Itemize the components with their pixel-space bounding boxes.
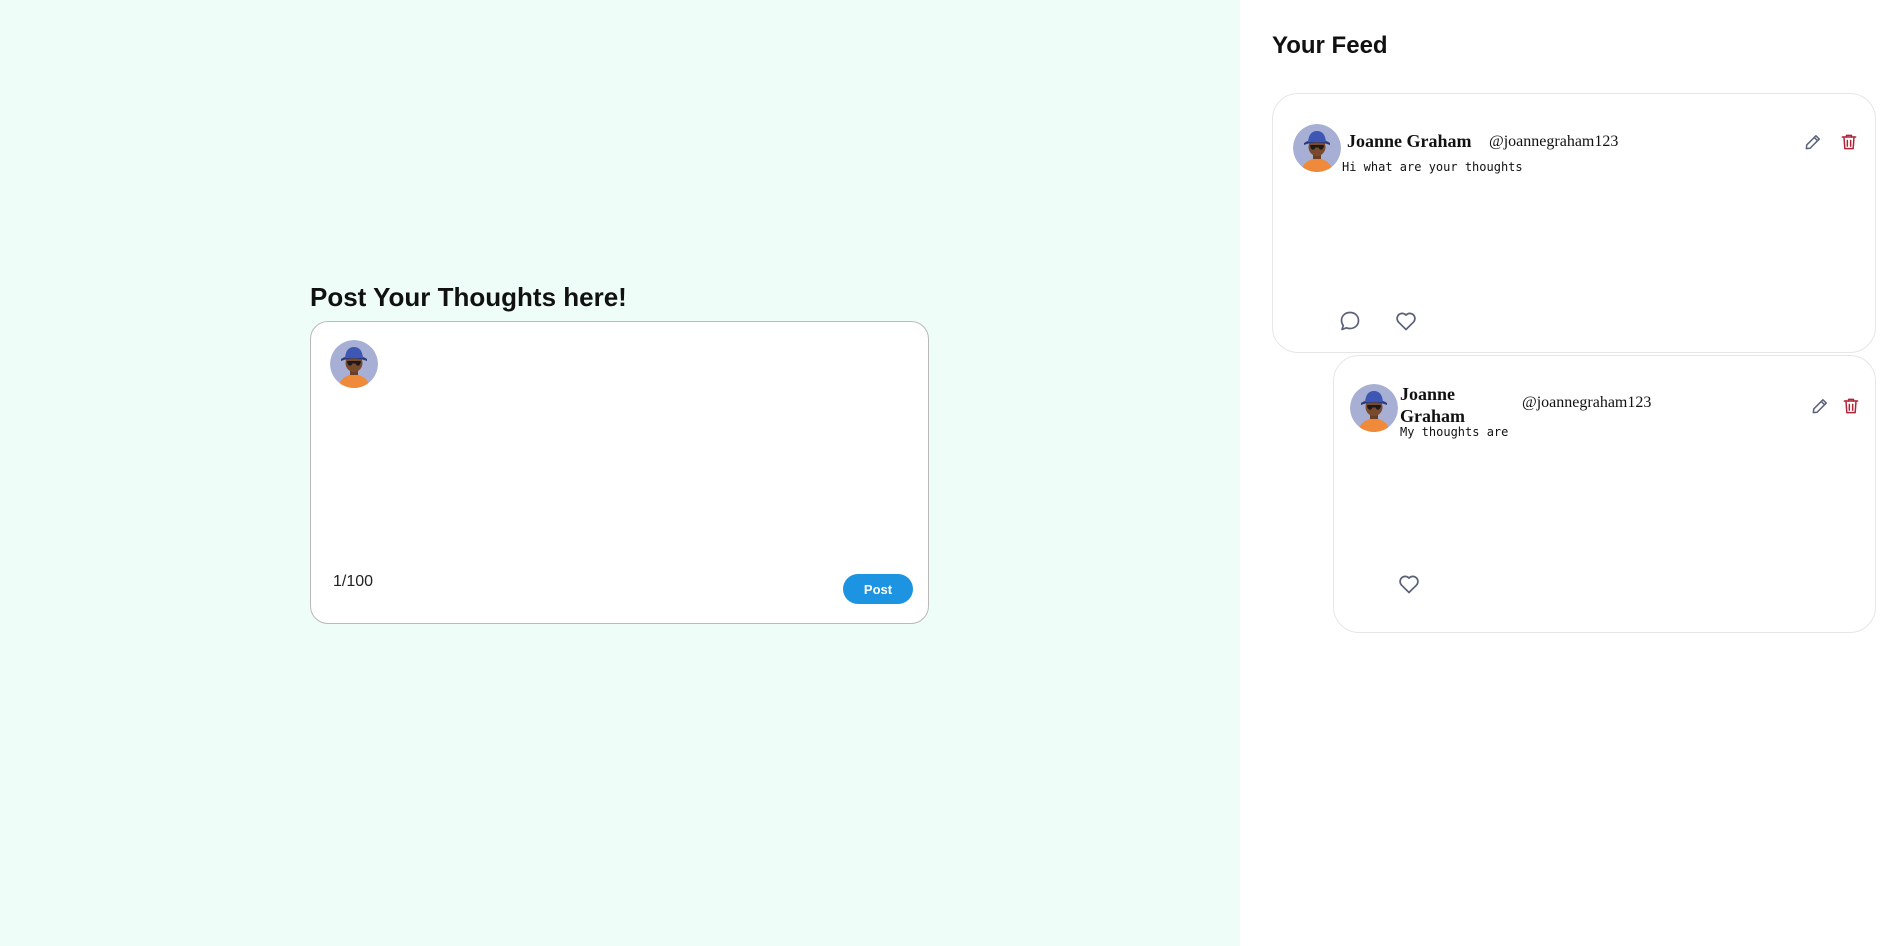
like-button[interactable]	[1396, 571, 1422, 597]
post-author-handle[interactable]: @joannegraham123	[1489, 132, 1618, 152]
heart-icon	[1396, 312, 1416, 331]
comment-button[interactable]	[1337, 308, 1363, 334]
composer-title: Post Your Thoughts here!	[310, 282, 627, 312]
edit-button[interactable]	[1802, 131, 1824, 153]
delete-button[interactable]	[1840, 395, 1862, 417]
user-avatar-icon[interactable]	[1350, 384, 1398, 432]
composer-card: 1/100 Post	[310, 321, 929, 624]
post-author-name[interactable]: Joanne Graham	[1400, 383, 1490, 427]
post-button[interactable]: Post	[843, 574, 913, 604]
feed-area: Your Feed Joanne Graham @joannegraham123…	[1240, 0, 1903, 946]
like-button[interactable]	[1393, 308, 1419, 334]
edit-button[interactable]	[1809, 395, 1831, 417]
feed-reply: Joanne Graham @joannegraham123 My though…	[1333, 355, 1876, 633]
user-avatar-icon	[330, 340, 378, 388]
post-author-name[interactable]: Joanne Graham	[1347, 130, 1472, 152]
post-author-handle[interactable]: @joannegraham123	[1522, 393, 1651, 413]
thought-input[interactable]	[393, 342, 907, 546]
composer-area: Post Your Thoughts here! 1/100 Post	[0, 0, 1240, 946]
feed-title: Your Feed	[1272, 32, 1388, 59]
trash-icon	[1843, 398, 1859, 414]
edit-icon	[1805, 135, 1820, 150]
comment-icon	[1340, 311, 1360, 331]
post-text: My thoughts are	[1400, 425, 1509, 439]
edit-icon	[1812, 399, 1827, 414]
feed-post: Joanne Graham @joannegraham123 Hi what a…	[1272, 93, 1876, 353]
trash-icon	[1841, 134, 1857, 150]
user-avatar-icon[interactable]	[1293, 124, 1341, 172]
post-text: Hi what are your thoughts	[1342, 160, 1523, 174]
app-root: Post Your Thoughts here! 1/100 Post Your…	[0, 0, 1903, 946]
character-count: 1/100	[333, 573, 374, 590]
heart-icon	[1399, 575, 1419, 594]
delete-button[interactable]	[1838, 131, 1860, 153]
